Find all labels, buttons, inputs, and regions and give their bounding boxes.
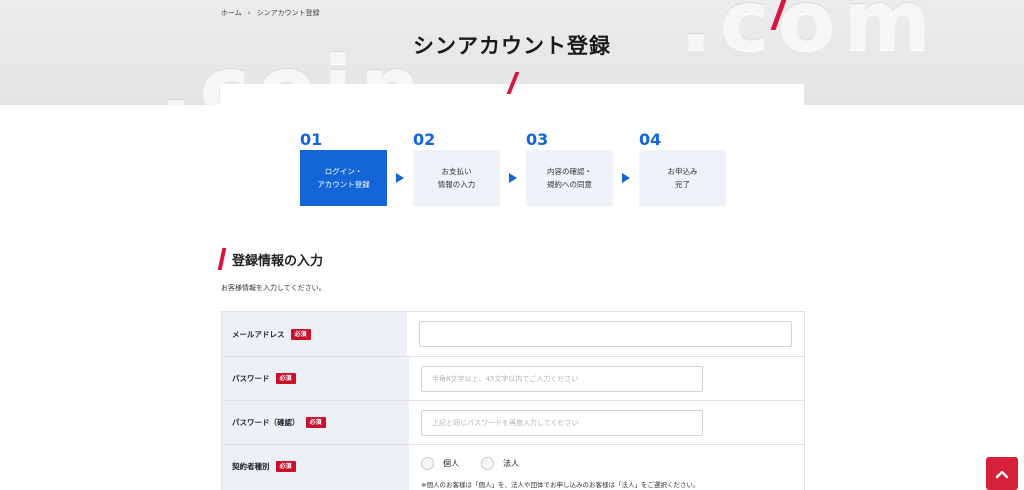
radio-corporation[interactable]: 法人 [481, 457, 519, 470]
section-heading: 登録情報の入力 [217, 248, 324, 270]
step-box: 内容の確認・ 規約への同意 [526, 150, 613, 206]
form-label: パスワード（確認） 必須 [222, 401, 409, 444]
step-number: 01 [300, 130, 323, 149]
step-number: 02 [413, 130, 436, 149]
breadcrumb-current: シンアカウント登録 [256, 9, 320, 17]
triangle-right-icon [622, 173, 630, 183]
form-field [407, 312, 804, 356]
section-title: 登録情報の入力 [232, 253, 324, 269]
step-label-line2: 情報の入力 [437, 180, 476, 189]
radio-button[interactable] [421, 457, 434, 470]
form-row-password-confirm: パスワード（確認） 必須 [222, 401, 804, 445]
step-label-line1: お申込み [667, 167, 698, 176]
step-label-line2: 完了 [675, 180, 690, 189]
triangle-right-icon [509, 173, 517, 183]
email-input[interactable] [419, 321, 792, 347]
form-row-password: パスワード 必須 [222, 357, 804, 401]
password-confirm-input[interactable] [421, 409, 703, 436]
form-label: 契約者種別 必須 [222, 445, 409, 490]
breadcrumb-separator: › [247, 9, 251, 17]
step-login: 01 ログイン・ アカウント登録 [300, 131, 387, 206]
contract-type-label: 契約者種別 [232, 462, 270, 471]
form-label: メールアドレス 必須 [222, 312, 407, 356]
contract-type-note: ※個人のお客様は「個人」を、法人や団体でお申し込みのお客様は「法人」をご選択くだ… [421, 481, 700, 489]
contract-type-radio-group: 個人 法人 [421, 457, 519, 470]
progress-steps: 01 ログイン・ アカウント登録 02 お支払い 情報の入力 03 内容の確認・… [300, 131, 730, 207]
radio-label: 個人 [443, 459, 459, 468]
password-label: パスワード [232, 374, 270, 383]
step-label-line2: 規約への同意 [547, 180, 592, 189]
step-box: お支払い 情報の入力 [413, 150, 500, 206]
section-accent-slash [217, 248, 227, 270]
section-description: お客様情報を入力してください。 [221, 284, 326, 292]
step-label-line1: 内容の確認・ [547, 167, 592, 176]
radio-button[interactable] [481, 457, 494, 470]
radio-individual[interactable]: 個人 [421, 457, 459, 470]
required-badge: 必須 [275, 373, 296, 384]
step-box: ログイン・ アカウント登録 [300, 150, 387, 206]
step-complete: 04 お申込み 完了 [639, 131, 726, 206]
password-input[interactable] [421, 365, 703, 392]
triangle-right-icon [396, 173, 404, 183]
breadcrumb-home-link[interactable]: ホーム [221, 8, 242, 18]
step-confirm: 03 内容の確認・ 規約への同意 [526, 131, 613, 206]
page-title: シンアカウント登録 [413, 34, 611, 58]
form-field: 個人 法人 ※個人のお客様は「個人」を、法人や団体でお申し込みのお客様は「法人」… [409, 445, 804, 490]
chevron-up-icon [995, 470, 1009, 478]
breadcrumb: ホーム › シンアカウント登録 [221, 8, 320, 18]
registration-form: メールアドレス 必須 パスワード 必須 パスワード（確認） 必須 契約者種別 必… [221, 311, 805, 490]
form-row-contract-type: 契約者種別 必須 個人 法人 ※個人のお客様は「個人」を、法人や団体でお申し込み… [222, 445, 804, 490]
step-label-line1: ログイン・ [324, 167, 363, 176]
password-confirm-label: パスワード（確認） [232, 418, 300, 427]
required-badge: 必須 [275, 461, 296, 472]
required-badge: 必須 [290, 328, 311, 340]
step-label-line2: アカウント登録 [317, 180, 370, 189]
required-badge: 必須 [305, 417, 326, 428]
step-number: 03 [526, 130, 549, 149]
scroll-to-top-button[interactable] [986, 457, 1018, 490]
radio-label: 法人 [503, 459, 519, 468]
form-field [409, 357, 804, 400]
form-label: パスワード 必須 [222, 357, 409, 400]
email-label: メールアドレス [232, 329, 285, 339]
step-label-line1: お支払い [441, 167, 472, 176]
step-box: お申込み 完了 [639, 150, 726, 206]
form-field [409, 401, 804, 444]
form-row-email: メールアドレス 必須 [222, 312, 804, 357]
step-payment: 02 お支払い 情報の入力 [413, 131, 500, 206]
step-number: 04 [639, 130, 662, 149]
